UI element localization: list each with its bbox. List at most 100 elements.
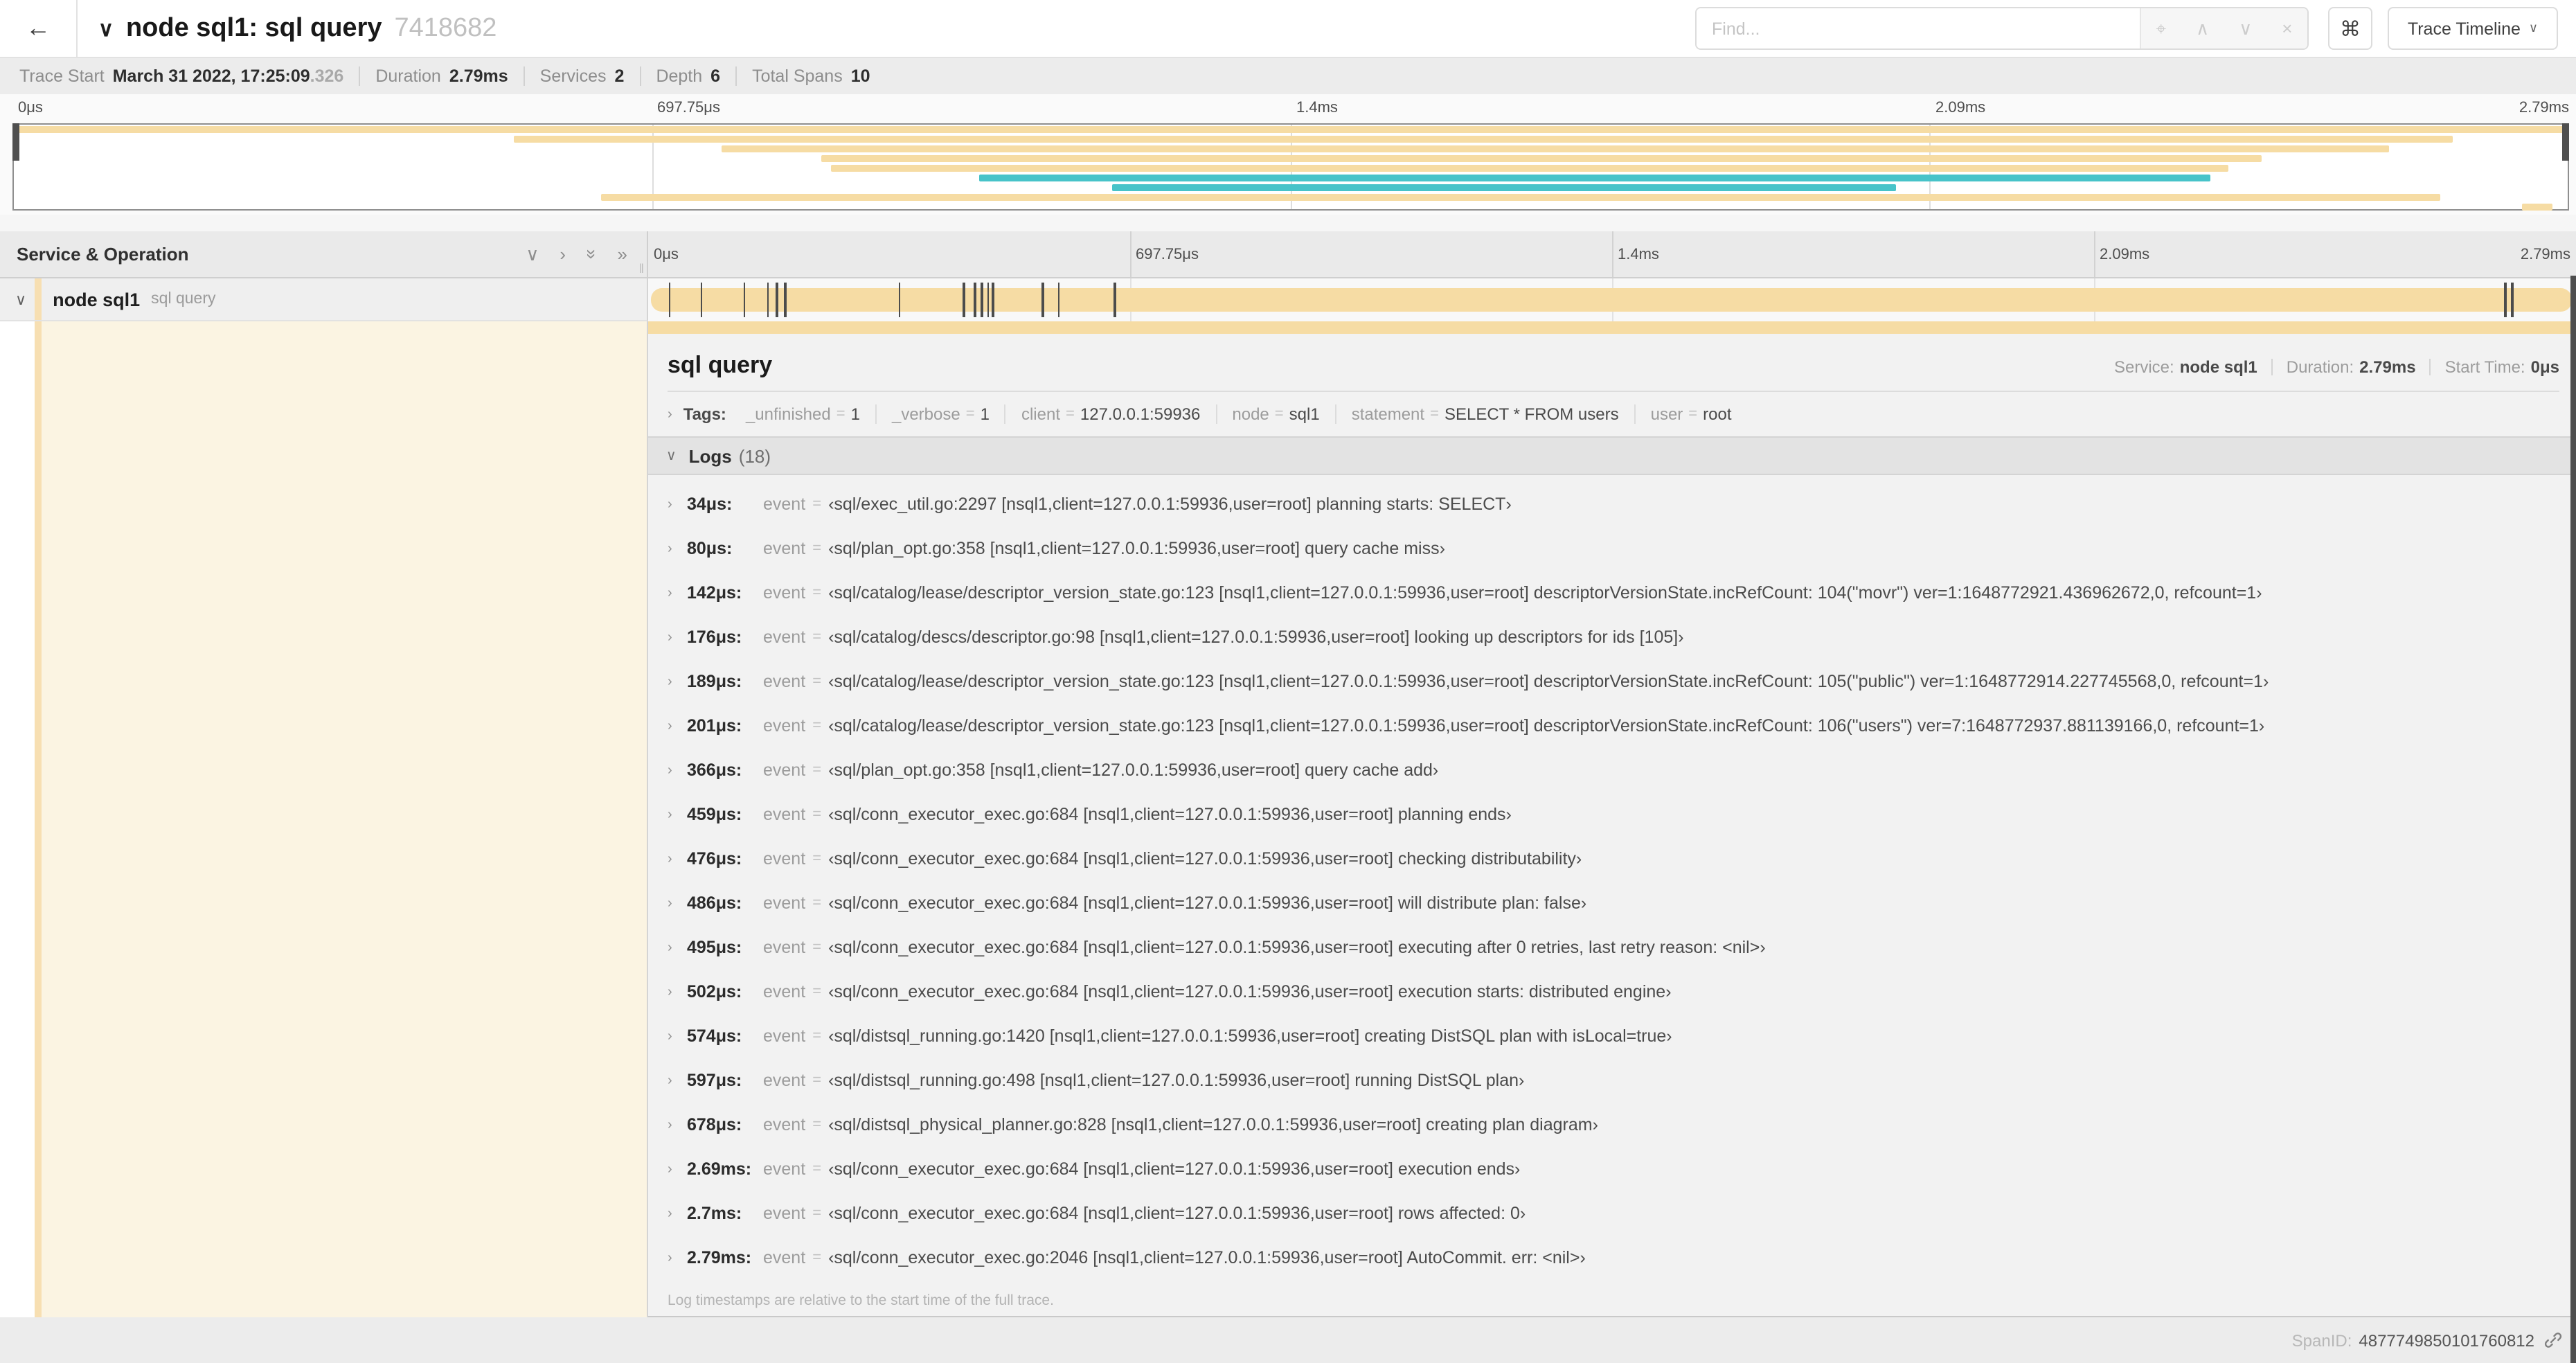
chevron-right-icon[interactable]: › — [668, 497, 684, 512]
chevron-right-icon[interactable]: › — [668, 851, 684, 866]
vertical-scrollbar[interactable] — [2570, 276, 2576, 1363]
clear-search-icon[interactable]: × — [2282, 18, 2292, 39]
chevron-right-icon[interactable]: › — [668, 763, 684, 778]
chevron-right-icon[interactable]: › — [668, 896, 684, 911]
detail-span-bar[interactable] — [648, 321, 2576, 334]
minimap-tick-label: 697.75μs — [657, 100, 720, 116]
equals-sign: = — [812, 1249, 822, 1266]
log-field-value: ‹sql/distsql_physical_planner.go:828 [ns… — [828, 1115, 1598, 1134]
log-row[interactable]: › 2.7ms: event = ‹sql/conn_executor_exec.go:… — [648, 1191, 2576, 1236]
back-arrow-icon: ← — [26, 14, 51, 42]
expand-all-icon[interactable]: » — [618, 244, 627, 265]
tags-label: Tags: — [683, 404, 726, 424]
chevron-right-icon[interactable]: › — [668, 1161, 684, 1177]
next-result-icon[interactable]: ∨ — [2239, 17, 2252, 39]
chevron-right-icon[interactable]: › — [668, 1117, 684, 1132]
chevron-right-icon[interactable]: › — [668, 541, 684, 556]
chevron-right-icon[interactable]: › — [668, 1028, 684, 1044]
log-row[interactable]: › 486μs: event = ‹sql/conn_executor_exec.go:… — [648, 881, 2576, 925]
chevron-right-icon[interactable]: › — [668, 984, 684, 999]
logs-accordion-header[interactable]: ∨ Logs (18) — [648, 436, 2576, 475]
equals-sign: = — [965, 406, 975, 422]
tags-row[interactable]: › Tags: _unfinished = 1 _verbose = 1 client = 12… — [668, 404, 2559, 424]
log-row[interactable]: › 502μs: event = ‹sql/conn_executor_exec.go:… — [648, 970, 2576, 1014]
chevron-right-icon[interactable]: › — [668, 807, 684, 822]
collapse-all-icon[interactable]: » — [581, 249, 602, 259]
equals-sign: = — [812, 1116, 822, 1133]
collapse-trace-chevron-icon[interactable]: ∨ — [98, 16, 114, 41]
trace-start: Trace Start March 31 2022, 17:25:09 .326 — [19, 66, 343, 86]
chevron-right-icon[interactable]: › — [668, 585, 684, 600]
logs-label: Logs — [688, 445, 732, 466]
log-marker-tick — [776, 283, 778, 317]
equals-sign: = — [812, 806, 822, 823]
log-row[interactable]: › 201μs: event = ‹sql/catalog/lease/descript… — [648, 704, 2576, 748]
trace-duration: Duration 2.79ms — [375, 66, 508, 86]
deep-link-icon[interactable] — [2544, 1331, 2562, 1349]
log-marker-tick — [1057, 283, 1060, 317]
minimap-canvas[interactable] — [12, 123, 2569, 211]
collapse-one-icon[interactable]: ∨ — [526, 243, 539, 265]
chevron-right-icon[interactable]: › — [668, 407, 672, 422]
detail-body: sql query Service: node sql1 Duration: 2… — [0, 321, 2576, 1317]
log-row[interactable]: › 459μs: event = ‹sql/conn_executor_exec.go:… — [648, 792, 2576, 837]
log-row[interactable]: › 189μs: event = ‹sql/catalog/lease/descript… — [648, 659, 2576, 704]
trace-view-dropdown[interactable]: Trace Timeline ∨ — [2388, 7, 2558, 50]
total-spans-label: Total Spans — [752, 66, 843, 86]
back-button[interactable]: ← — [0, 0, 78, 57]
log-row[interactable]: › 574μs: event = ‹sql/distsql_running.go:142… — [648, 1014, 2576, 1058]
divider — [639, 66, 641, 86]
minimap-right-drag-handle[interactable] — [2562, 123, 2569, 161]
log-row[interactable]: › 597μs: event = ‹sql/distsql_running.go:498… — [648, 1058, 2576, 1103]
start-time-label: Start Time: — [2444, 357, 2525, 377]
log-row[interactable]: › 80μs: event = ‹sql/plan_opt.go:358 [nsql1,… — [648, 526, 2576, 571]
log-row[interactable]: › 34μs: event = ‹sql/exec_util.go:2297 [nsql… — [648, 482, 2576, 526]
log-field-value: ‹sql/plan_opt.go:358 [nsql1,client=127.0… — [828, 760, 1439, 780]
log-row[interactable]: › 2.79ms: event = ‹sql/conn_executor_exec.go… — [648, 1236, 2576, 1280]
log-timestamp: 2.69ms: — [687, 1159, 752, 1179]
expand-collapse-controls: ∨ › » » — [526, 243, 627, 265]
span-row: ∨ node sql1 sql query — [0, 278, 2576, 321]
log-row[interactable]: › 495μs: event = ‹sql/conn_executor_exec.go:… — [648, 925, 2576, 970]
equals-sign: = — [812, 673, 822, 690]
minimap-time-labels: 0μs 697.75μs 1.4ms 2.09ms 2.79ms — [12, 94, 2569, 123]
log-row[interactable]: › 142μs: event = ‹sql/catalog/lease/descript… — [648, 571, 2576, 615]
locate-icon[interactable]: ⌖ — [2156, 17, 2167, 39]
log-field-value: ‹sql/conn_executor_exec.go:684 [nsql1,cl… — [828, 805, 1512, 824]
log-field-key: event — [763, 982, 806, 1001]
expand-one-icon[interactable]: › — [560, 244, 566, 265]
chevron-right-icon[interactable]: › — [668, 1206, 684, 1221]
chevron-right-icon[interactable]: › — [668, 1073, 684, 1088]
log-field-value: ‹sql/catalog/lease/descriptor_version_st… — [828, 583, 2262, 603]
log-row[interactable]: › 678μs: event = ‹sql/distsql_physical_plann… — [648, 1103, 2576, 1147]
span-detail-meta: Service: node sql1 Duration: 2.79ms Star… — [2114, 357, 2559, 377]
chevron-right-icon[interactable]: › — [668, 630, 684, 645]
tag-value: 1 — [980, 404, 990, 424]
span-duration-bar[interactable] — [651, 288, 2572, 312]
prev-result-icon[interactable]: ∧ — [2196, 17, 2209, 39]
log-timestamp: 189μs: — [687, 672, 742, 691]
service-label: Service: — [2114, 357, 2174, 377]
span-row-label[interactable]: ∨ node sql1 sql query — [0, 278, 648, 321]
log-row[interactable]: › 2.69ms: event = ‹sql/conn_executor_exec.go… — [648, 1147, 2576, 1191]
logs-count: (18) — [738, 445, 771, 466]
chevron-right-icon[interactable]: › — [668, 1250, 684, 1265]
top-bar-actions: ⌖ ∧ ∨ × ⌘ Trace Timeline ∨ — [1695, 7, 2558, 50]
minimap-left-drag-handle[interactable] — [12, 123, 19, 161]
log-row[interactable]: › 476μs: event = ‹sql/conn_executor_exec.go:… — [648, 837, 2576, 881]
collapse-span-chevron-icon[interactable]: ∨ — [15, 290, 26, 308]
log-row[interactable]: › 366μs: event = ‹sql/plan_opt.go:358 [nsql1… — [648, 748, 2576, 792]
log-field-key: event — [763, 495, 806, 514]
chevron-right-icon[interactable]: › — [668, 940, 684, 955]
service-name: node sql1 — [53, 289, 141, 310]
chevron-right-icon[interactable]: › — [668, 674, 684, 689]
column-resize-grip[interactable]: ‖ — [639, 262, 644, 276]
keyboard-shortcuts-button[interactable]: ⌘ — [2328, 7, 2372, 50]
find-input[interactable] — [1697, 8, 2140, 48]
divider — [2271, 359, 2273, 375]
chevron-right-icon[interactable]: › — [668, 718, 684, 733]
log-row[interactable]: › 176μs: event = ‹sql/catalog/descs/descript… — [648, 615, 2576, 659]
log-field-key: event — [763, 1026, 806, 1046]
duration-value: 2.79ms — [2359, 357, 2416, 377]
minimap-tick-label: 2.79ms — [2519, 100, 2569, 116]
